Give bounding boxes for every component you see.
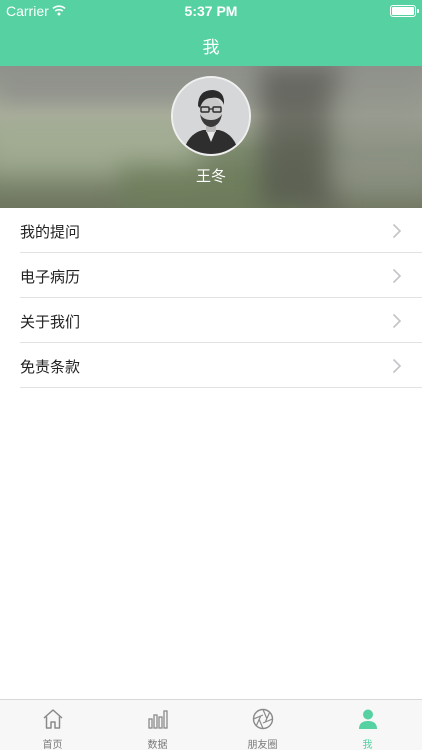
battery-icon xyxy=(390,5,419,17)
menu-item-label: 免责条款 xyxy=(20,358,81,376)
page-title: 我 xyxy=(202,38,220,58)
menu-item-my-questions[interactable]: 我的提问 xyxy=(20,208,422,253)
tab-home[interactable]: 首页 xyxy=(0,700,105,750)
clock: 5:37 PM xyxy=(184,3,238,19)
person-icon xyxy=(359,709,377,729)
status-bar: Carrier 5:37 PM xyxy=(0,0,422,22)
tab-data[interactable]: 数据 xyxy=(105,700,210,750)
settings-menu: 我的提问 电子病历 关于我们 免责条款 xyxy=(0,208,422,388)
tab-moments[interactable]: 朋友圈 xyxy=(210,700,315,750)
menu-item-label: 关于我们 xyxy=(20,313,81,331)
menu-item-about-us[interactable]: 关于我们 xyxy=(20,298,422,343)
chevron-right-icon xyxy=(392,223,402,239)
menu-item-label: 电子病历 xyxy=(20,268,81,286)
menu-item-disclaimer[interactable]: 免责条款 xyxy=(20,343,422,388)
tab-label: 数据 xyxy=(147,740,168,750)
user-portrait-icon xyxy=(173,78,249,154)
tab-label: 我 xyxy=(362,740,373,750)
chevron-right-icon xyxy=(392,268,402,284)
profile-name: 王冬 xyxy=(195,167,226,185)
menu-item-label: 我的提问 xyxy=(20,223,81,241)
tab-label: 朋友圈 xyxy=(247,740,278,750)
menu-item-medical-records[interactable]: 电子病历 xyxy=(20,253,422,298)
tab-me[interactable]: 我 xyxy=(315,700,420,750)
tab-label: 首页 xyxy=(42,740,63,750)
chevron-right-icon xyxy=(392,313,402,329)
aperture-icon xyxy=(252,708,274,730)
home-icon xyxy=(43,709,63,729)
chevron-right-icon xyxy=(392,358,402,374)
bar-chart-icon xyxy=(148,710,168,729)
avatar[interactable] xyxy=(171,76,251,156)
tab-bar: 首页 数据 朋友圈 我 xyxy=(0,699,422,750)
nav-bar: Carrier 5:37 PM 我 xyxy=(0,0,422,66)
